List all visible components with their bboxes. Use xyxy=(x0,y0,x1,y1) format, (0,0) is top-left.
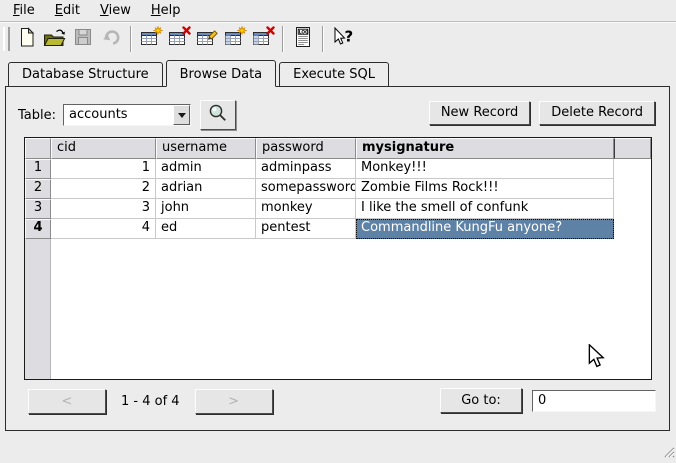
row-header-2[interactable]: 2 xyxy=(25,179,51,199)
column-header-password[interactable]: password xyxy=(256,138,356,159)
grid-header-row: cid username password mysignature xyxy=(25,138,651,159)
pagination: < 1 - 4 of 4 > xyxy=(28,389,273,414)
record-range-label: 1 - 4 of 4 xyxy=(121,394,180,409)
cell[interactable]: pentest xyxy=(256,219,356,239)
row-filler xyxy=(614,159,651,179)
table-label: Table: xyxy=(18,108,56,123)
row-header-3[interactable]: 3 xyxy=(25,199,51,219)
toolbar-separator xyxy=(322,26,324,52)
delete-index-icon xyxy=(252,26,275,52)
table-select-value: accounts xyxy=(64,105,173,125)
tab-database-structure[interactable]: Database Structure xyxy=(8,62,163,87)
menu-edit[interactable]: Edit xyxy=(45,1,90,21)
table-row: 2 2 adrian somepassword Zombie Films Roc… xyxy=(25,179,651,199)
search-icon xyxy=(207,102,229,128)
new-record-button[interactable]: New Record xyxy=(429,101,530,125)
whats-this-button[interactable]: ? xyxy=(329,25,357,53)
menu-file[interactable]: File xyxy=(3,1,45,21)
browse-data-pane: Table: accounts New Record Delete Record… xyxy=(5,86,670,431)
delete-table-button[interactable] xyxy=(165,25,193,53)
cell[interactable]: 3 xyxy=(51,199,156,219)
toolbar-separator xyxy=(282,26,284,52)
cell[interactable]: admin xyxy=(156,159,256,179)
chevron-down-icon xyxy=(178,113,186,118)
new-database-button[interactable] xyxy=(13,25,41,53)
cell[interactable]: Monkey!!! xyxy=(356,159,614,179)
toolbar-separator xyxy=(130,26,132,52)
revert-changes-icon xyxy=(100,26,122,52)
delete-index-button[interactable] xyxy=(249,25,277,53)
cell[interactable]: 2 xyxy=(51,179,156,199)
previous-page-button[interactable]: < xyxy=(28,389,106,414)
whats-this-icon: ? xyxy=(331,26,356,52)
table-row: 1 1 admin adminpass Monkey!!! xyxy=(25,159,651,179)
save-database-button[interactable] xyxy=(69,25,97,53)
save-database-icon xyxy=(72,26,94,52)
menu-view[interactable]: View xyxy=(90,1,141,21)
row-filler xyxy=(614,179,651,199)
create-index-button[interactable] xyxy=(221,25,249,53)
cell[interactable]: Commandline KungFu anyone? xyxy=(356,219,614,239)
create-table-icon xyxy=(140,26,163,52)
grid-empty-area xyxy=(25,239,651,379)
cell[interactable]: monkey xyxy=(256,199,356,219)
svg-text:?: ? xyxy=(344,27,353,45)
create-table-button[interactable] xyxy=(137,25,165,53)
table-selector-row: Table: accounts xyxy=(18,100,236,130)
table-select[interactable]: accounts xyxy=(63,104,191,126)
table-row: 3 3 john monkey I like the smell of conf… xyxy=(25,199,651,219)
grid-background xyxy=(51,239,651,379)
record-buttons: New Record Delete Record xyxy=(429,101,655,125)
cell[interactable]: somepassword xyxy=(256,179,356,199)
row-filler xyxy=(614,199,651,219)
column-header-cid[interactable]: cid xyxy=(51,138,156,159)
modify-table-button[interactable] xyxy=(193,25,221,53)
open-database-icon xyxy=(42,26,68,52)
row-header-1[interactable]: 1 xyxy=(25,159,51,179)
cell[interactable]: Zombie Films Rock!!! xyxy=(356,179,614,199)
cell[interactable]: 4 xyxy=(51,219,156,239)
tab-bar: Database Structure Browse Data Execute S… xyxy=(0,57,676,87)
row-header-filler xyxy=(25,239,51,379)
search-button[interactable] xyxy=(200,100,236,130)
cell[interactable]: john xyxy=(156,199,256,219)
cell[interactable]: I like the smell of confunk xyxy=(356,199,614,219)
new-database-icon xyxy=(16,26,38,52)
cell[interactable]: adminpass xyxy=(256,159,356,179)
log-icon: LOG xyxy=(293,26,313,52)
cell[interactable]: 1 xyxy=(51,159,156,179)
column-header-username[interactable]: username xyxy=(156,138,256,159)
toolbar-drag-handle[interactable] xyxy=(3,27,10,51)
row-filler xyxy=(614,219,651,239)
delete-table-icon xyxy=(168,26,191,52)
data-grid: cid username password mysignature 1 1 ad… xyxy=(24,137,652,380)
open-database-button[interactable] xyxy=(41,25,69,53)
resize-grip-icon[interactable] xyxy=(661,444,675,462)
tab-execute-sql[interactable]: Execute SQL xyxy=(279,62,389,87)
svg-text:LOG: LOG xyxy=(299,29,309,35)
toolbar: LOG ? xyxy=(0,22,676,55)
table-select-dropdown-button[interactable] xyxy=(173,105,190,125)
goto-button[interactable]: Go to: xyxy=(440,388,522,413)
revert-changes-button[interactable] xyxy=(97,25,125,53)
goto-controls: Go to: xyxy=(440,388,656,413)
tab-browse-data[interactable]: Browse Data xyxy=(166,60,277,87)
create-index-icon xyxy=(224,26,247,52)
modify-table-icon xyxy=(196,26,219,52)
delete-record-button[interactable]: Delete Record xyxy=(539,101,655,125)
column-header-mysignature[interactable]: mysignature xyxy=(356,138,614,159)
grid-corner-cell xyxy=(25,138,51,159)
table-row: 4 4 ed pentest Commandline KungFu anyone… xyxy=(25,219,651,239)
cell[interactable]: adrian xyxy=(156,179,256,199)
menu-bar: File Edit View Help xyxy=(0,0,676,22)
goto-record-input[interactable] xyxy=(532,390,656,412)
menu-help[interactable]: Help xyxy=(141,1,191,21)
grid-header-filler xyxy=(614,138,651,159)
next-page-button[interactable]: > xyxy=(195,389,273,414)
row-header-4[interactable]: 4 xyxy=(25,219,51,239)
cell[interactable]: ed xyxy=(156,219,256,239)
log-button[interactable]: LOG xyxy=(289,25,317,53)
